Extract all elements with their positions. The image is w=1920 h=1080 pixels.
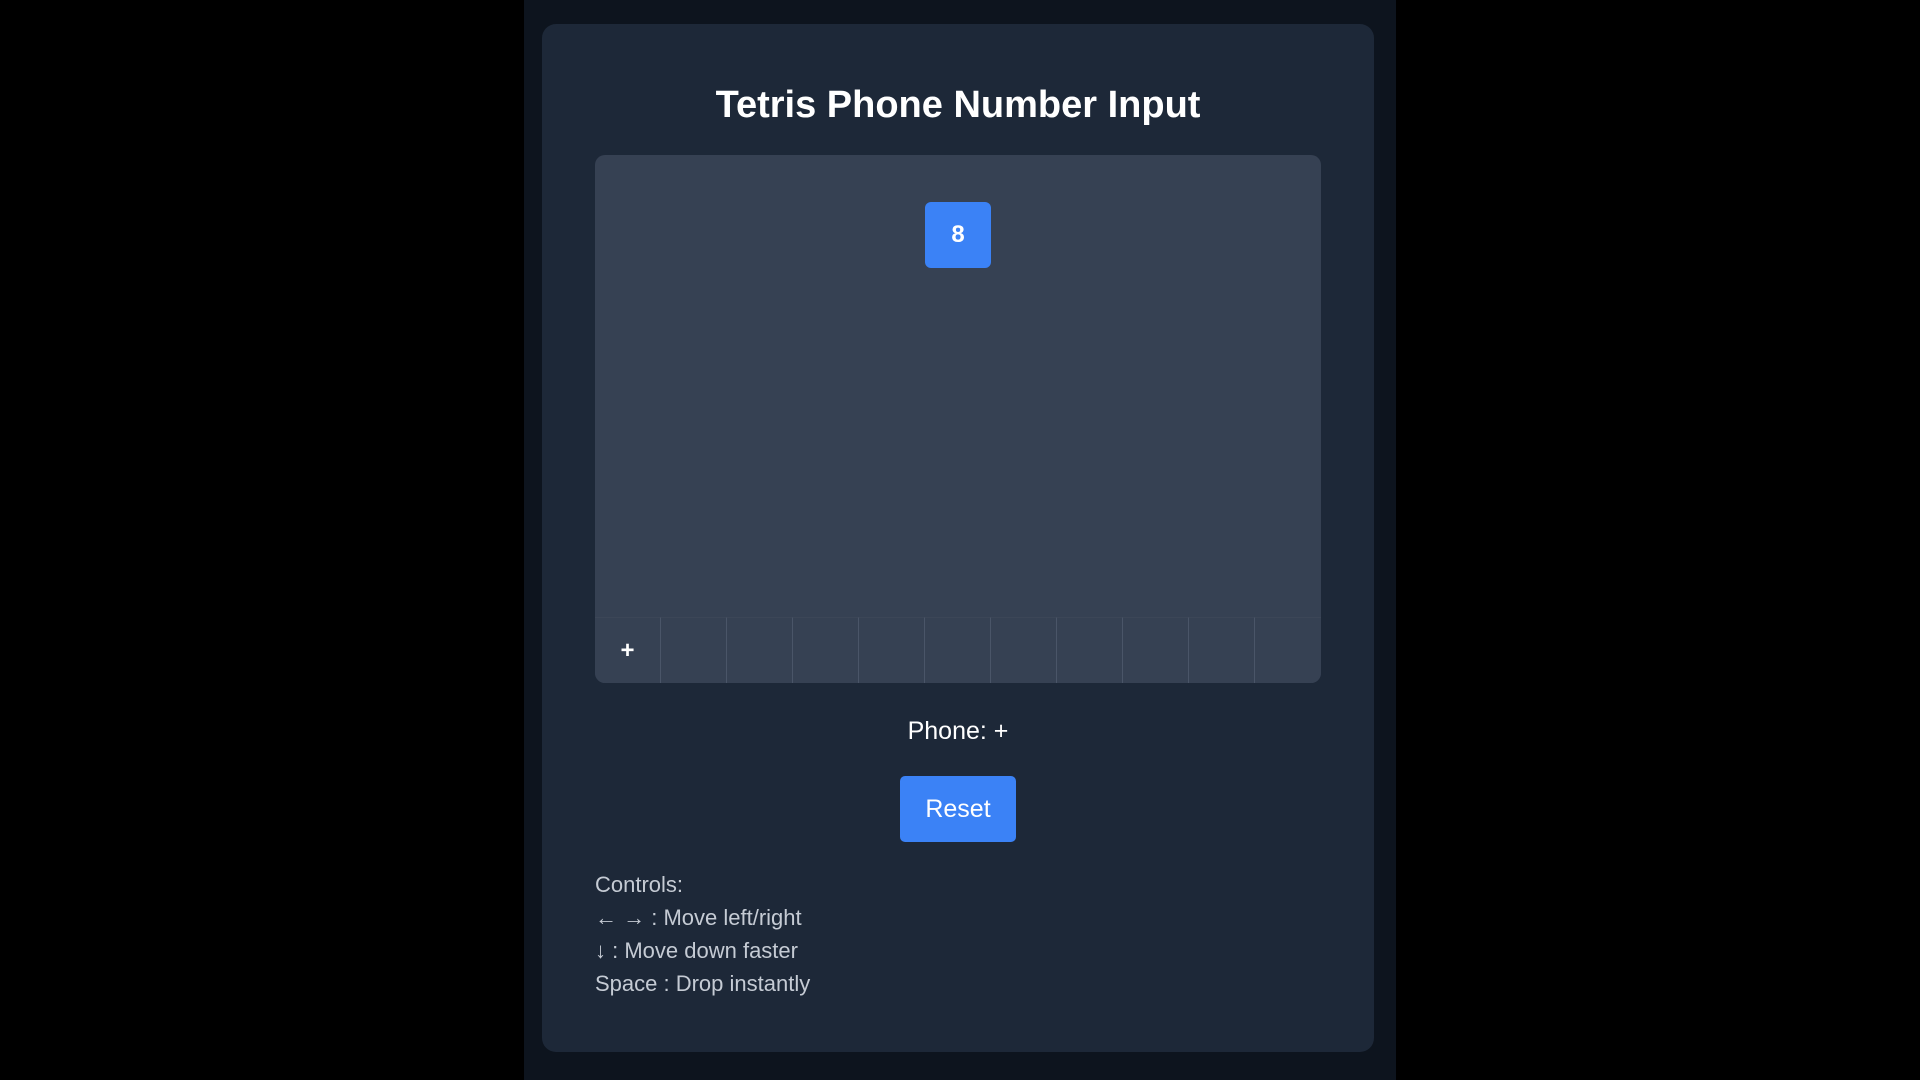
game-board: 8 +	[595, 155, 1321, 683]
digit-slot	[727, 617, 793, 683]
controls-line-move: ← → : Move left/right	[595, 905, 802, 930]
digit-slot	[859, 617, 925, 683]
digit-slot	[1255, 617, 1321, 683]
digit-slot: +	[595, 617, 661, 683]
digit-slot	[793, 617, 859, 683]
controls-heading: Controls:	[595, 872, 684, 897]
controls-line-down: ↓ : Move down faster	[595, 938, 798, 963]
controls-help: Controls: ← → : Move left/right ↓ : Move…	[595, 868, 810, 1000]
digit-slot	[925, 617, 991, 683]
reset-button[interactable]: Reset	[900, 776, 1016, 842]
falling-digit-block[interactable]: 8	[925, 202, 991, 268]
digit-slot-row: +	[595, 617, 1321, 683]
phone-value: +	[993, 717, 1009, 745]
controls-line-drop: Space : Drop instantly	[595, 971, 811, 996]
digit-slot	[991, 617, 1057, 683]
digit-slot	[661, 617, 727, 683]
phone-label: Phone:	[907, 717, 987, 745]
phone-display: Phone: +	[542, 714, 1374, 748]
digit-slot	[1123, 617, 1189, 683]
page-title: Tetris Phone Number Input	[715, 84, 1201, 126]
digit-slot	[1057, 617, 1123, 683]
digit-slot	[1189, 617, 1255, 683]
